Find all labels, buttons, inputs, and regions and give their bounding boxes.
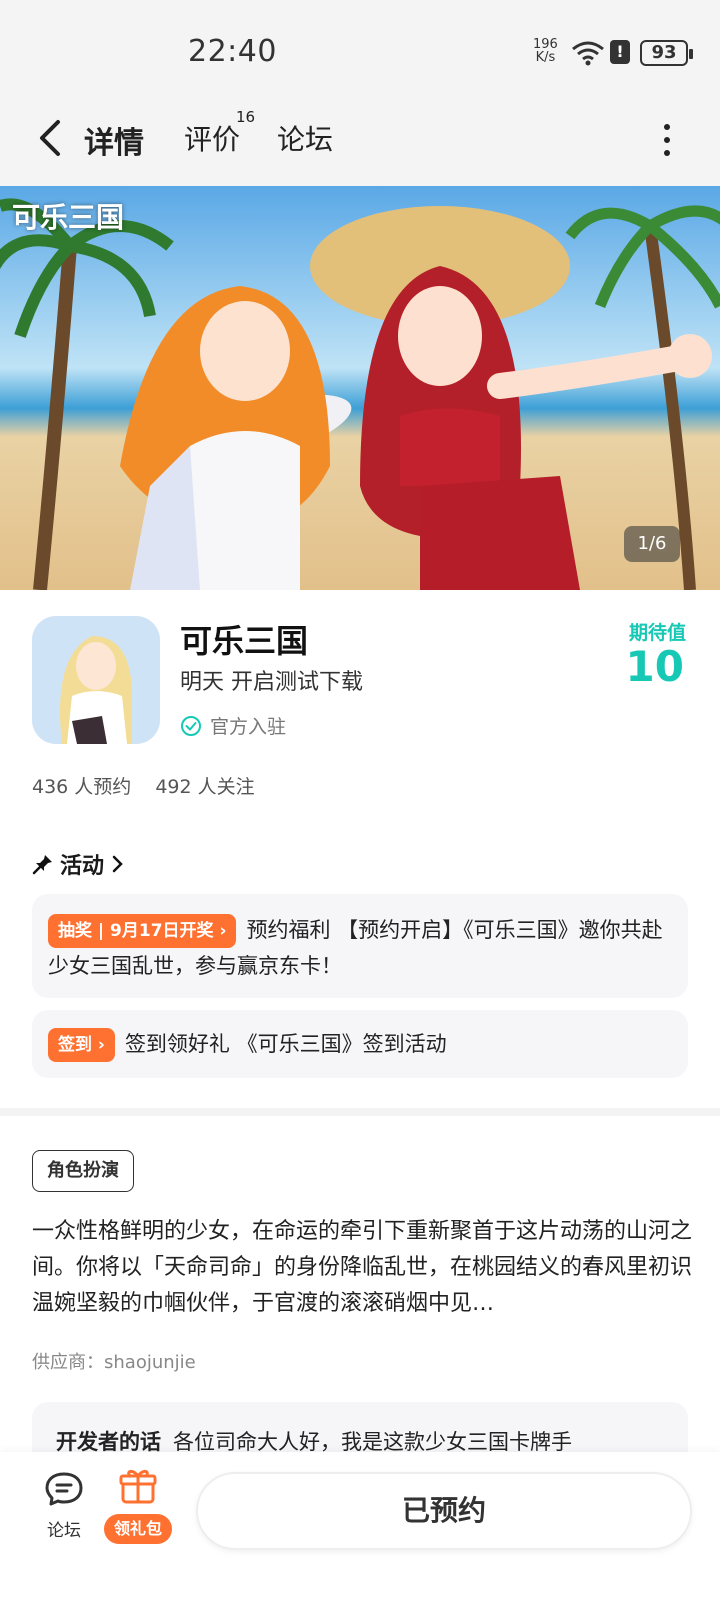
game-title: 可乐三国 [180, 622, 309, 660]
expectation-label: 期待值 [628, 622, 686, 644]
lottery-tag: 抽奖 | 9月17日开奖 › [48, 914, 237, 948]
game-stats: 436 人预约 492 人关注 [32, 772, 255, 799]
forum-button-label: 论坛 [47, 1521, 81, 1541]
more-options-icon[interactable] [662, 122, 672, 158]
gift-icon [119, 1469, 157, 1504]
activity-card-checkin[interactable]: 签到 › 签到领好礼 《可乐三国》签到活动 [32, 1010, 688, 1078]
tab-detail-label: 详情 [84, 126, 144, 161]
game-description[interactable]: 一众性格鲜明的少女，在命运的牵引下重新聚首于这片动荡的山河之间。你将以「天命司命… [32, 1214, 692, 1322]
reserved-button[interactable]: 已预约 [196, 1472, 692, 1550]
network-speed: 196 K/s [533, 38, 558, 64]
network-speed-unit: K/s [535, 50, 556, 65]
back-arrow-icon[interactable] [34, 118, 70, 158]
official-label: 官方入驻 [210, 716, 287, 738]
gift-pack-button[interactable]: 领礼包 [100, 1466, 176, 1544]
supplier-info: 供应商：shaojunjie [32, 1352, 196, 1373]
official-badge: 官方入驻 [180, 712, 286, 739]
bottom-action-bar: 论坛 领礼包 已预约 [0, 1452, 720, 1600]
hero-banner[interactable]: 可乐三国 1/6 [0, 186, 720, 590]
follower-count: 492 人关注 [155, 776, 255, 798]
chat-bubble-icon [45, 1472, 83, 1506]
activity-section-header[interactable]: 活动 [32, 848, 126, 880]
activity-header-label: 活动 [60, 854, 105, 879]
developer-note-text: 各位司命大人好，我是这款少女三国卡牌手 [173, 1430, 572, 1454]
check-circle-icon [181, 715, 201, 736]
battery-icon: 93 [640, 40, 693, 66]
developer-note-label: 开发者的话 [56, 1430, 161, 1454]
expectation-value: 10 [625, 642, 684, 691]
checkin-text: 签到领好礼 《可乐三国》签到活动 [124, 1032, 447, 1056]
game-app-icon [32, 616, 160, 744]
alert-icon: ! [610, 40, 630, 64]
review-count-badge: 16 [236, 108, 256, 126]
status-bar: 22:40 196 K/s ! 93 [0, 0, 720, 100]
checkin-tag: 签到 › [48, 1028, 115, 1062]
hero-game-logo: 可乐三国 [12, 201, 125, 234]
gift-pack-label: 领礼包 [103, 1514, 172, 1544]
pin-icon [32, 855, 52, 875]
image-counter: 1/6 [624, 526, 680, 562]
chevron-right-icon [112, 855, 123, 873]
wifi-icon [572, 41, 604, 66]
tab-review[interactable]: 评价 16 [184, 108, 255, 158]
tab-review-label: 评价 [184, 123, 241, 156]
tab-forum[interactable]: 论坛 [277, 118, 333, 158]
activity-card-lottery[interactable]: 抽奖 | 9月17日开奖 › 预约福利 【预约开启】《可乐三国》邀你共赴少女三国乱… [32, 894, 688, 998]
tab-forum-label: 论坛 [277, 123, 334, 156]
game-release-status: 明天 开启测试下载 [180, 670, 363, 695]
status-time: 22:40 [188, 34, 277, 69]
tab-detail[interactable]: 详情 [80, 118, 148, 166]
hero-illustration [0, 186, 720, 590]
forum-button[interactable]: 论坛 [40, 1470, 88, 1541]
reservation-count: 436 人预约 [32, 776, 132, 798]
genre-tag[interactable]: 角色扮演 [32, 1150, 134, 1192]
top-nav: 详情 评价 16 论坛 [0, 100, 720, 186]
section-divider [0, 1108, 720, 1116]
